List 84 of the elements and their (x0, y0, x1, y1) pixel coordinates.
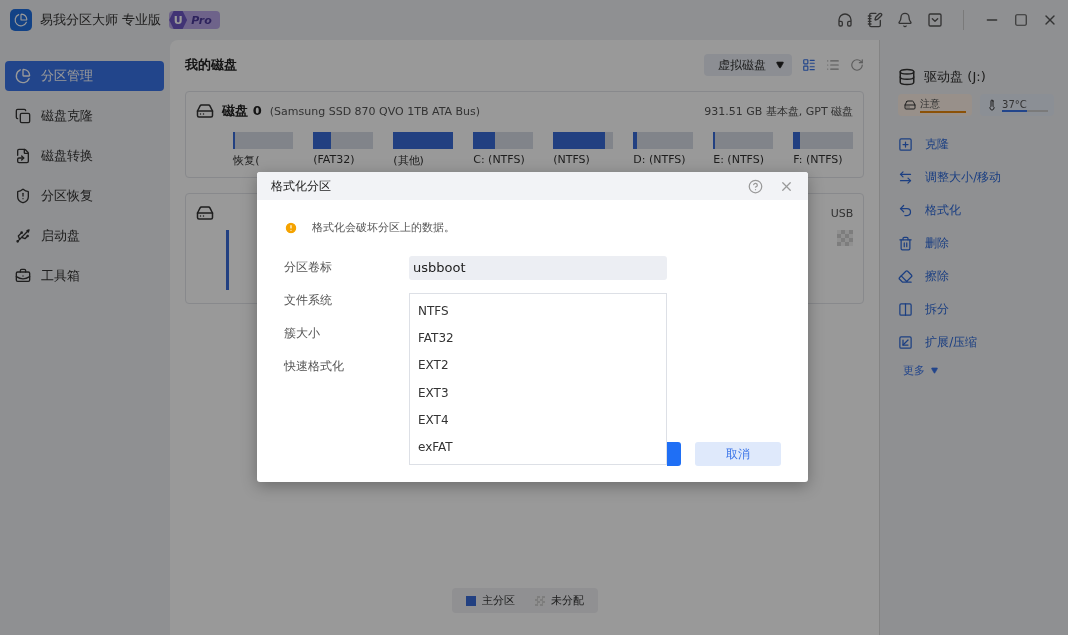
file-system-option[interactable]: EXT4 (410, 406, 666, 434)
partition-bar[interactable] (633, 132, 694, 149)
file-system-option[interactable]: EXT3 (410, 379, 666, 407)
disk-detail: (Samsung SSD 870 QVO 1TB ATA Bus) (269, 104, 481, 118)
dropdown-icon[interactable] (927, 12, 943, 28)
app-logo (10, 9, 32, 31)
sidebar-icon (15, 148, 31, 164)
partition-bar[interactable] (713, 132, 774, 149)
partition-label: (FAT32) (313, 153, 356, 166)
legend-label: 未分配 (550, 593, 584, 608)
action-item[interactable]: 克隆 (898, 128, 1054, 161)
action-item[interactable]: 拆分 (898, 293, 1054, 326)
field-label: 文件系统 (284, 292, 332, 309)
partition-bar[interactable] (553, 132, 614, 149)
headset-icon[interactable] (837, 12, 853, 28)
sidebar-icon (15, 228, 31, 244)
action-icon (898, 137, 914, 152)
dialog-title: 格式化分区 (271, 177, 332, 195)
sidebar-item[interactable]: 启动盘 (5, 221, 165, 251)
warning-icon (284, 220, 298, 235)
file-system-option[interactable]: EXT2 (410, 351, 666, 379)
partition-bar[interactable] (793, 132, 854, 149)
sidebar-icon (15, 68, 31, 84)
action-item[interactable]: 删除 (898, 227, 1054, 260)
action-icon (898, 302, 914, 317)
partition-bar[interactable] (233, 132, 294, 149)
sidebar-item[interactable]: 分区管理 (5, 61, 165, 91)
field-label: 分区卷标 (284, 259, 332, 276)
file-system-option[interactable]: exFAT (410, 433, 666, 461)
drive-name: 驱动盘 (J:) (924, 68, 986, 86)
sidebar-item[interactable]: 磁盘转换 (5, 141, 165, 171)
file-system-option[interactable]: FAT32 (410, 324, 666, 352)
action-icon (898, 236, 914, 251)
sidebar-icon (15, 268, 31, 284)
partition-label: C: (NTFS) (473, 153, 526, 166)
partition-label: F: (NTFS) (793, 153, 844, 166)
cancel-button[interactable]: 取消 (695, 442, 781, 466)
partition-label: (其他) (393, 153, 425, 168)
partition-bar[interactable] (313, 132, 374, 149)
disk-summary: 931.51 GB 基本盘, GPT 磁盘 (704, 103, 854, 119)
partition-label: (NTFS) (553, 153, 591, 166)
section-title: 我的磁盘 (185, 56, 238, 74)
action-item[interactable]: 扩展/压缩 (898, 326, 1054, 359)
action-icon (898, 269, 914, 284)
help-icon[interactable] (748, 178, 763, 194)
edition-badge: U Pro (169, 11, 220, 29)
sidebar-item[interactable]: 工具箱 (5, 261, 165, 291)
action-item[interactable]: 擦除 (898, 260, 1054, 293)
caret-icon (776, 61, 785, 69)
list-icon[interactable] (826, 58, 841, 72)
temperature-label: 37°C (1002, 98, 1028, 110)
drive-icon (898, 68, 917, 86)
partition-label: E: (NTFS) (713, 153, 766, 166)
partition-label: 恢复( (233, 153, 261, 168)
action-icon (898, 335, 914, 350)
file-system-option[interactable]: NTFS (410, 297, 666, 325)
bell-icon[interactable] (897, 12, 913, 28)
action-icon (898, 203, 914, 218)
volume-label-field[interactable]: usbboot (409, 255, 667, 280)
sidebar-icon (15, 188, 31, 204)
partition-bar[interactable] (473, 132, 534, 149)
notes-icon[interactable] (867, 12, 883, 28)
maximize-icon[interactable] (1014, 13, 1028, 27)
sidebar-icon (15, 108, 31, 124)
list-view-icon[interactable] (802, 58, 817, 72)
virtual-disk-button[interactable]: 虚拟磁盘 (704, 54, 793, 76)
disk-name: 磁盘 0 (222, 102, 262, 120)
action-icon (898, 170, 914, 185)
legend-label: 主分区 (481, 593, 515, 608)
partition-label: D: (NTFS) (633, 153, 687, 166)
field-label: 快速格式化 (284, 358, 344, 375)
sidebar-item[interactable]: 磁盘克隆 (5, 101, 165, 131)
refresh-icon[interactable] (850, 58, 865, 72)
field-label: 簇大小 (284, 325, 320, 342)
disk-summary: USB (830, 206, 854, 220)
action-item[interactable]: 格式化 (898, 194, 1054, 227)
app-title: 易我分区大师 专业版 (40, 11, 162, 29)
more-button[interactable]: 更多 (903, 359, 1054, 381)
primary-swatch (465, 595, 476, 606)
action-item[interactable]: 调整大小/移动 (898, 161, 1054, 194)
warning-text: 格式化会破坏分区上的数据。 (312, 220, 455, 235)
health-label: 注意 (920, 97, 942, 111)
caret-icon (931, 366, 939, 374)
sidebar-item[interactable]: 分区恢复 (5, 181, 165, 211)
